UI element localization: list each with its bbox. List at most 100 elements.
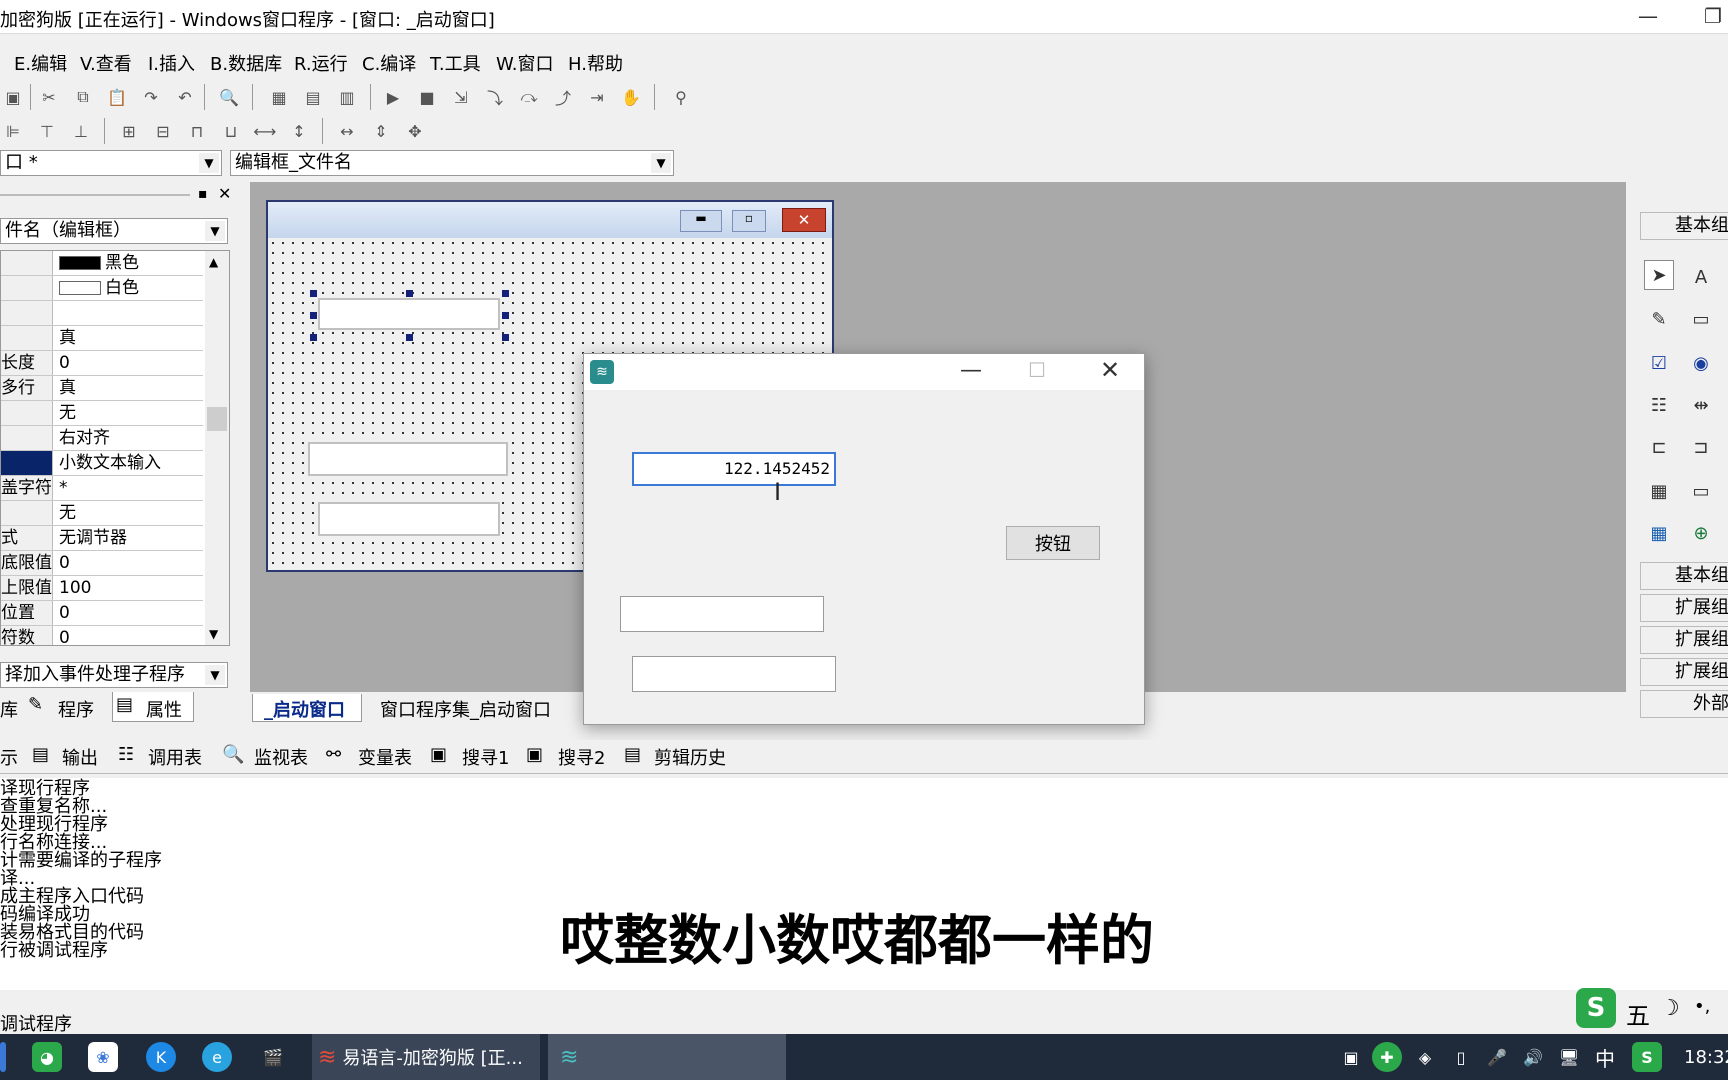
step-icon[interactable]: ⇲ [448,84,474,110]
tab-hint[interactable]: 示 [0,744,18,770]
save-icon[interactable]: ▣ [0,84,26,110]
resize-handle[interactable] [406,334,413,341]
copy-icon[interactable]: ⧉ [70,84,96,110]
resize-handle[interactable] [310,334,317,341]
tab-search1[interactable]: 搜寻1 [462,744,509,770]
align-bottom-icon[interactable]: ⊥ [68,118,94,144]
stretch-v-icon[interactable]: ⇕ [368,118,394,144]
close-icon[interactable]: ✕ [218,184,231,203]
restore-icon[interactable]: ❐ [1704,4,1722,28]
progress-icon[interactable]: ⊏ [1644,432,1674,462]
undo-icon[interactable]: ↶ [172,84,198,110]
prop-row[interactable]: 白色 [1,276,203,301]
tab-start-window[interactable]: _启动窗口 [264,696,345,722]
chevron-down-icon[interactable]: ▼ [209,627,218,641]
redo-icon[interactable]: ↷ [138,84,164,110]
hand-icon[interactable]: ✋ [618,84,644,110]
prop-row[interactable]: 盖字符 * [1,476,203,501]
prop-row[interactable]: 长度 0 [1,351,203,376]
menu-run[interactable]: R.运行 [294,50,348,76]
prop-row[interactable] [1,301,203,326]
step-over-icon[interactable]: ⤼ [516,84,542,110]
pin-icon[interactable]: ▪ [198,186,208,202]
checkbox-icon[interactable]: ☑ [1644,348,1674,378]
find-icon[interactable]: 🔍 [216,84,242,110]
scroll-thumb[interactable] [207,407,227,431]
tab-properties[interactable]: 属性 [146,696,182,722]
group-extended-tab-2[interactable]: 扩展组 [1640,626,1728,654]
menu-view[interactable]: V.查看 [80,50,132,76]
center-h-icon[interactable]: ⊞ [116,118,142,144]
prop-row[interactable]: 上限值 100 [1,576,203,601]
step-into-icon[interactable]: ⤵ [482,84,508,110]
layout-3-icon[interactable]: ▥ [334,84,360,110]
prop-row-selected[interactable]: 小数文本输入 [1,451,203,476]
tray-volume-icon[interactable]: 🔊 [1518,1042,1548,1072]
member-combo[interactable]: 编辑框_文件名 ▼ [230,150,674,176]
align-left-icon[interactable]: ⊫ [0,118,26,144]
tab-library[interactable]: 库 [0,696,18,722]
tab-watch[interactable]: 监视表 [254,744,308,770]
edit-box[interactable] [308,442,508,476]
taskbar-app-ide[interactable]: ≋ 易语言-加密狗版 [正... [312,1034,540,1080]
same-width-icon[interactable]: ⊓ [184,118,210,144]
prop-row[interactable]: 无 [1,501,203,526]
input-box-3[interactable] [632,656,836,692]
tab-search2[interactable]: 搜寻2 [558,744,605,770]
menu-tools[interactable]: T.工具 [430,50,481,76]
calendar-icon[interactable]: ▦ [1644,476,1674,506]
close-icon[interactable]: ✕ [1100,356,1120,384]
button-icon[interactable]: ▭ [1686,476,1716,506]
k-app-icon[interactable]: K [146,1042,176,1072]
prop-row[interactable]: 黑色 [1,251,203,276]
binoculars-icon[interactable]: ⚲ [668,84,694,110]
chevron-down-icon[interactable]: ▼ [205,665,225,685]
stop-icon[interactable]: ■ [414,84,440,110]
tab-control-icon[interactable]: ⊐ [1686,432,1716,462]
menu-database[interactable]: B.数据库 [210,50,282,76]
prop-row[interactable]: 右对齐 [1,426,203,451]
tray-usb-icon[interactable]: ▯ [1446,1042,1476,1072]
ime-mode[interactable]: 五 [1626,996,1650,1031]
prop-row[interactable]: 多行真 [1,376,203,401]
space-h-icon[interactable]: ⟷ [252,118,278,144]
maximize-icon[interactable]: ☐ [1028,358,1046,382]
resize-handle[interactable] [406,290,413,297]
space-v-icon[interactable]: ↕ [286,118,312,144]
network-icon[interactable]: ⊕ [1686,518,1716,548]
radio-icon[interactable]: ◉ [1686,348,1716,378]
run-icon[interactable]: ▶ [380,84,406,110]
app-cluster-icon[interactable]: ❀ [88,1042,118,1072]
resize-handle[interactable] [310,290,317,297]
prop-row[interactable]: 底限值 0 [1,551,203,576]
paste-icon[interactable]: 📋 [104,84,130,110]
ime-logo-icon[interactable]: S [1576,988,1616,1028]
punctuation-icon[interactable]: •, [1694,996,1710,1017]
tray-gpu-icon[interactable]: ◈ [1410,1042,1440,1072]
input-box-2[interactable] [620,596,824,632]
taskbar-app-running[interactable]: ≋ [548,1034,786,1080]
group-basic-tab[interactable]: 基本组 [1640,212,1728,240]
edit-box-icon[interactable]: ✎ [1644,304,1674,334]
resize-handle[interactable] [502,290,509,297]
same-height-icon[interactable]: ⊔ [218,118,244,144]
edit-box-selected[interactable] [318,298,500,330]
tab-program[interactable]: 程序 [58,696,94,722]
group-extended-tab-3[interactable]: 扩展组 [1640,658,1728,686]
run-to-cursor-icon[interactable]: ⇥ [584,84,610,110]
label-icon[interactable]: A [1686,262,1716,292]
decimal-input[interactable]: 122.1452452 [632,452,836,486]
group-extended-tab-1[interactable]: 扩展组 [1640,594,1728,622]
resize-handle[interactable] [502,334,509,341]
minimize-icon[interactable]: — [1638,4,1658,28]
clock[interactable]: 18:32 [1684,1034,1728,1080]
edit-box[interactable] [318,502,500,536]
moon-icon[interactable]: ☽ [1660,996,1680,1021]
layout-2-icon[interactable]: ▤ [300,84,326,110]
step-out-icon[interactable]: ⤴ [550,84,576,110]
tray-network-icon[interactable]: 🖥 [1554,1042,1584,1072]
menu-edit[interactable]: E.编辑 [14,50,67,76]
menu-window[interactable]: W.窗口 [496,50,553,76]
wechat-icon[interactable]: ◕ [32,1042,62,1072]
tray-lang[interactable]: 中 [1590,1042,1620,1072]
